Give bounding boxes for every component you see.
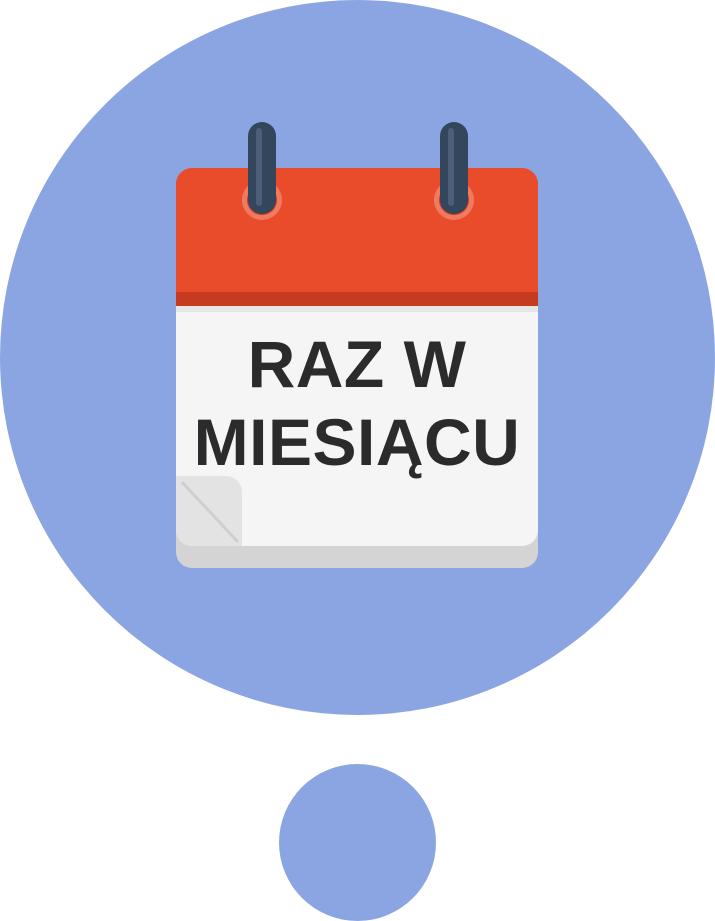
calendar-label: RAZ W MIESIĄCU xyxy=(176,325,538,481)
calendar-header-stripe xyxy=(176,292,538,306)
calendar-header xyxy=(176,168,538,306)
calendar-label-line2: MIESIĄCU xyxy=(193,405,521,479)
background-circle-small xyxy=(279,764,436,921)
calendar-label-line1: RAZ W xyxy=(247,327,467,401)
